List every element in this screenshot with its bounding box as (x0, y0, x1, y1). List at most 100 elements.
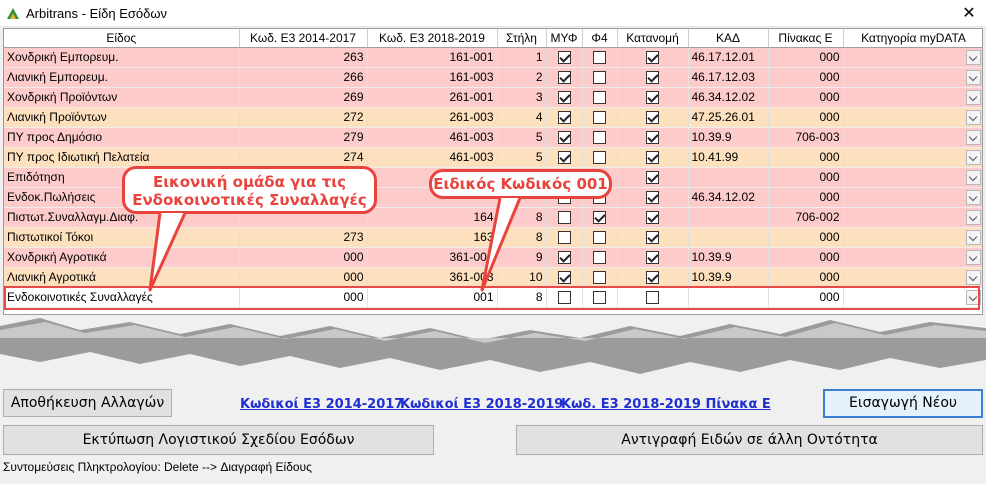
checkbox-katanomi[interactable] (646, 291, 659, 305)
cell-mydata-category[interactable] (843, 247, 982, 268)
cell-table-e[interactable]: 000 (768, 227, 844, 248)
checkbox-katanomi[interactable] (646, 51, 659, 65)
link-e3-codes-2014-2017[interactable]: Κωδικοί Ε3 2014-2017 (240, 397, 403, 412)
checkbox-f4[interactable] (593, 131, 606, 145)
cell-mydata-category[interactable] (843, 267, 982, 288)
checkbox-f4[interactable] (593, 231, 606, 245)
cell-table-e[interactable]: 000 (768, 107, 844, 128)
cell-mydata-category[interactable] (843, 107, 982, 128)
checkbox-katanomi[interactable] (646, 231, 659, 245)
cell-kad[interactable]: 46.17.12.01 (688, 47, 769, 68)
column-header[interactable]: Είδος (4, 29, 240, 48)
checkbox-myf[interactable] (557, 251, 571, 265)
insert-new-button[interactable]: Εισαγωγή Νέου (823, 389, 983, 418)
checkbox-katanomi[interactable] (646, 191, 659, 205)
cell-e3-2018[interactable]: 164 (367, 207, 498, 228)
cell-e3-2018[interactable]: 163 (367, 227, 498, 248)
cell-column[interactable]: 9 (497, 247, 547, 268)
column-header[interactable]: Κωδ. Ε3 2018-2019 (367, 29, 498, 48)
cell-table-e[interactable]: 000 (768, 167, 844, 188)
cell-kad[interactable] (688, 207, 769, 228)
cell-e3-2018[interactable]: 161-003 (367, 67, 498, 88)
checkbox-myf[interactable] (557, 91, 571, 105)
chevron-down-icon[interactable] (965, 90, 981, 105)
checkbox-katanomi[interactable] (646, 91, 659, 105)
cell-column[interactable]: 4 (497, 107, 547, 128)
cell-name[interactable]: Χονδρική Αγροτικά (4, 247, 240, 268)
cell-mydata-category[interactable] (843, 227, 982, 248)
cell-e3-2018[interactable]: 461-003 (367, 127, 498, 148)
checkbox-f4[interactable] (593, 271, 606, 285)
cell-e3-2018[interactable]: 001 (367, 287, 498, 308)
cell-name[interactable]: Πιστωτικοί Τόκοι (4, 227, 240, 248)
cell-mydata-category[interactable] (843, 207, 982, 228)
checkbox-katanomi[interactable] (646, 111, 659, 125)
cell-e3-2014[interactable]: 273 (239, 227, 368, 248)
cell-table-e[interactable]: 000 (768, 47, 844, 68)
cell-name[interactable]: Ενδοκοινοτικές Συναλλαγές (4, 287, 240, 308)
print-chart-button[interactable]: Εκτύπωση Λογιστικού Σχεδίου Εσόδων (3, 425, 434, 455)
link-e3-codes-table-e[interactable]: Κωδ. Ε3 2018-2019 Πίνακα Ε (561, 397, 771, 412)
table-row[interactable]: Λιανική Αγροτικά 000 361-003 10 10.39.9 000 (4, 267, 982, 288)
close-icon[interactable]: ✕ (952, 0, 986, 27)
cell-table-e[interactable]: 000 (768, 87, 844, 108)
checkbox-f4[interactable] (593, 291, 606, 305)
checkbox-f4[interactable] (593, 251, 606, 265)
cell-e3-2018[interactable]: 261-003 (367, 107, 498, 128)
cell-kad[interactable] (688, 227, 769, 248)
table-row[interactable]: Χονδρική Αγροτικά 000 361-001 9 10.39.9 000 (4, 247, 982, 268)
column-header[interactable]: Κωδ. Ε3 2014-2017 (239, 29, 368, 48)
cell-kad[interactable]: 10.39.9 (688, 267, 769, 288)
checkbox-katanomi[interactable] (646, 171, 659, 185)
cell-mydata-category[interactable] (843, 287, 982, 308)
cell-e3-2014[interactable]: 266 (239, 67, 368, 88)
cell-kad[interactable]: 10.39.9 (688, 247, 769, 268)
checkbox-katanomi[interactable] (646, 251, 659, 265)
checkbox-f4[interactable] (593, 71, 606, 85)
cell-table-e[interactable]: 000 (768, 247, 844, 268)
table-row[interactable]: Πιστωτικοί Τόκοι 273 163 8 000 (4, 227, 982, 248)
column-header[interactable]: Στήλη (497, 29, 547, 48)
chevron-down-icon[interactable] (965, 210, 981, 225)
cell-column[interactable]: 10 (497, 267, 547, 288)
table-row[interactable]: Λιανική Εμπορευμ. 266 161-003 2 46.17.12.03 0… (4, 67, 982, 88)
cell-column[interactable]: 8 (497, 207, 547, 228)
chevron-down-icon[interactable] (965, 70, 981, 85)
cell-name[interactable]: ΠΥ προς Δημόσιο (4, 127, 240, 148)
cell-kad[interactable]: 10.41.99 (688, 147, 769, 168)
cell-mydata-category[interactable] (843, 47, 982, 68)
table-row[interactable]: ΠΥ προς Ιδιωτική Πελατεία 274 461-003 5 10.4… (4, 147, 982, 168)
cell-name[interactable]: Χονδρική Προϊόντων (4, 87, 240, 108)
save-changes-button[interactable]: Αποθήκευση Αλλαγών (3, 389, 172, 417)
column-header[interactable]: ΚΑΔ (688, 29, 769, 48)
table-row[interactable]: Χονδρική Προϊόντων 269 261-001 3 46.34.12.02… (4, 87, 982, 108)
chevron-down-icon[interactable] (965, 110, 981, 125)
checkbox-myf[interactable] (557, 231, 571, 245)
cell-mydata-category[interactable] (843, 87, 982, 108)
cell-table-e[interactable]: 000 (768, 67, 844, 88)
chevron-down-icon[interactable] (965, 290, 981, 305)
chevron-down-icon[interactable] (965, 250, 981, 265)
cell-kad[interactable]: 10.39.9 (688, 127, 769, 148)
checkbox-myf[interactable] (557, 151, 571, 165)
cell-kad[interactable]: 46.34.12.02 (688, 187, 769, 208)
cell-column[interactable]: 3 (497, 87, 547, 108)
cell-e3-2014[interactable]: 000 (239, 247, 368, 268)
copy-types-button[interactable]: Αντιγραφή Ειδών σε άλλη Οντότητα (516, 425, 983, 455)
cell-kad[interactable] (688, 287, 769, 308)
checkbox-f4[interactable] (593, 111, 606, 125)
chevron-down-icon[interactable] (965, 170, 981, 185)
checkbox-f4[interactable] (593, 51, 606, 65)
cell-e3-2014[interactable]: 269 (239, 87, 368, 108)
cell-e3-2014[interactable]: 263 (239, 47, 368, 68)
cell-table-e[interactable]: 000 (768, 147, 844, 168)
checkbox-katanomi[interactable] (646, 151, 659, 165)
cell-name[interactable]: Λιανική Εμπορευμ. (4, 67, 240, 88)
cell-table-e[interactable]: 000 (768, 287, 844, 308)
column-header[interactable]: ΜΥΦ (546, 29, 583, 48)
cell-mydata-category[interactable] (843, 67, 982, 88)
checkbox-myf[interactable] (557, 111, 571, 125)
checkbox-myf[interactable] (557, 271, 571, 285)
column-header[interactable]: Φ4 (582, 29, 618, 48)
checkbox-f4[interactable] (593, 211, 606, 225)
